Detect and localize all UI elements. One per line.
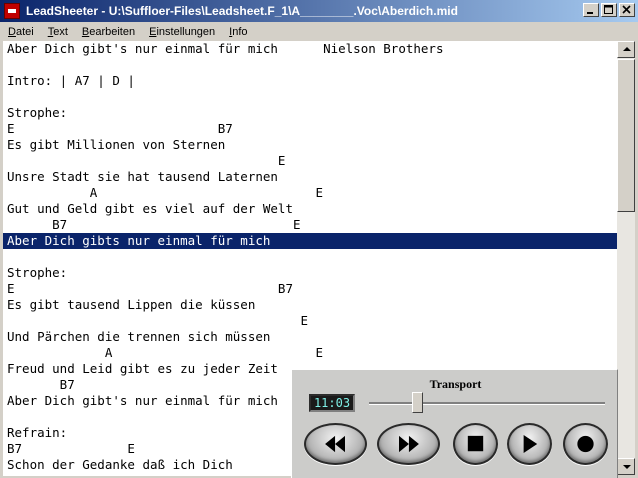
menu-bar: Datei Text Bearbeiten Einstellungen Info xyxy=(0,22,638,41)
menu-datei[interactable]: Datei xyxy=(0,26,40,38)
lyric-line[interactable]: Unsre Stadt sie hat tausend Laternen xyxy=(3,169,617,185)
play-icon xyxy=(523,434,538,454)
stop-button[interactable] xyxy=(453,423,498,465)
play-button[interactable] xyxy=(507,423,552,465)
minimize-icon xyxy=(587,12,593,14)
lyric-line[interactable]: E xyxy=(3,153,617,169)
close-icon xyxy=(622,5,631,14)
lyric-line[interactable]: Strophe: xyxy=(3,265,617,281)
lyric-line[interactable]: A E xyxy=(3,185,617,201)
lyric-line[interactable]: A E xyxy=(3,345,617,361)
menu-bearbeiten[interactable]: Bearbeiten xyxy=(74,26,141,38)
menu-text[interactable]: Text xyxy=(40,26,74,38)
lyric-line[interactable] xyxy=(3,249,617,265)
lyric-line[interactable]: Es gibt tausend Lippen die küssen xyxy=(3,297,617,313)
scroll-up-button[interactable] xyxy=(617,41,635,58)
lyric-line[interactable]: Gut und Geld gibt es viel auf der Welt xyxy=(3,201,617,217)
lyric-line[interactable] xyxy=(3,57,617,73)
window-title: LeadSheeter - U:\Suffloer-Files\Leadshee… xyxy=(26,4,458,18)
lyric-line[interactable]: E xyxy=(3,313,617,329)
transport-panel: Transport 11:03 xyxy=(291,369,618,478)
scroll-down-button[interactable] xyxy=(617,458,635,475)
minimize-button[interactable] xyxy=(583,3,599,17)
fast-forward-icon xyxy=(399,435,419,453)
vertical-scrollbar[interactable] xyxy=(617,41,635,475)
stop-icon xyxy=(467,435,484,452)
lyric-line[interactable]: Und Pärchen die trennen sich müssen xyxy=(3,329,617,345)
maximize-button[interactable] xyxy=(601,3,617,17)
position-slider-track[interactable] xyxy=(369,402,605,405)
lyric-line[interactable]: Strophe: xyxy=(3,105,617,121)
arrow-up-icon xyxy=(623,47,631,51)
scroll-thumb[interactable] xyxy=(617,59,635,212)
record-icon xyxy=(577,435,594,453)
app-icon[interactable] xyxy=(4,3,20,19)
lyric-line[interactable]: E B7 xyxy=(3,281,617,297)
position-slider-thumb[interactable] xyxy=(411,392,423,413)
menu-einstellungen[interactable]: Einstellungen xyxy=(141,26,221,38)
lyric-line[interactable]: Es gibt Millionen von Sternen xyxy=(3,137,617,153)
transport-title: Transport xyxy=(429,377,482,391)
selected-lyric-line[interactable]: Aber Dich gibts nur einmal für mich xyxy=(3,233,617,249)
close-button[interactable] xyxy=(619,3,635,17)
maximize-icon xyxy=(604,5,613,14)
lyric-line[interactable]: Intro: | A7 | D | xyxy=(3,73,617,89)
lyric-line[interactable]: Aber Dich gibt's nur einmal für mich Nie… xyxy=(3,41,617,57)
time-display: 11:03 xyxy=(309,394,355,412)
menu-info[interactable]: Info xyxy=(221,26,253,38)
lyric-line[interactable] xyxy=(3,89,617,105)
window-controls xyxy=(581,3,635,17)
arrow-down-icon xyxy=(623,465,631,469)
rewind-button[interactable] xyxy=(304,423,367,465)
lyric-line[interactable]: E B7 xyxy=(3,121,617,137)
record-button[interactable] xyxy=(563,423,608,465)
rewind-icon xyxy=(325,435,345,453)
title-bar[interactable]: LeadSheeter - U:\Suffloer-Files\Leadshee… xyxy=(0,0,638,22)
fast-forward-button[interactable] xyxy=(377,423,440,465)
lyric-line[interactable]: B7 E xyxy=(3,217,617,233)
